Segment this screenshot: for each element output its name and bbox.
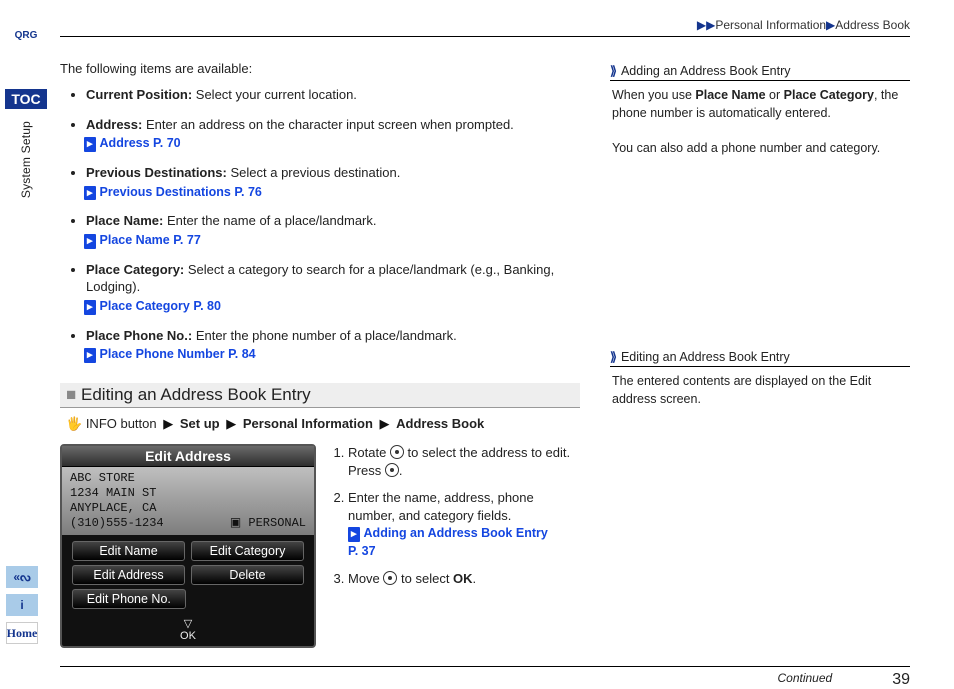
xref-link[interactable]: ▸Place Name P. 77	[84, 232, 580, 249]
move-icon	[383, 571, 397, 585]
xref-page[interactable]: P. 37	[348, 544, 376, 558]
dial-icon	[390, 445, 404, 459]
breadcrumb: ▶▶Personal Information▶Address Book	[60, 18, 910, 32]
intro-text: The following items are available:	[60, 61, 580, 76]
nav-path: 🖐 INFO button ▶ Set up ▶ Personal Inform…	[66, 416, 580, 432]
screen-button: Delete	[191, 565, 304, 585]
press-icon	[385, 463, 399, 477]
screen-button: Edit Address	[72, 565, 185, 585]
screen-title: Edit Address	[62, 446, 314, 467]
screen-button: Edit Name	[72, 541, 185, 561]
side-note: ⟫Editing an Address Book Entry The enter…	[610, 347, 910, 412]
xref-link[interactable]: ▸Previous Destinations P. 76	[84, 184, 580, 201]
list-item: Place Category: Select a category to sea…	[86, 261, 580, 315]
screen-button: Edit Phone No.	[72, 589, 186, 609]
step-item: Move to select OK.	[348, 570, 580, 588]
side-note: ⟫Adding an Address Book Entry When you u…	[610, 61, 910, 161]
list-item: Address: Enter an address on the charact…	[86, 116, 580, 152]
device-screenshot: Edit Address ABC STORE 1234 MAIN ST ANYP…	[60, 444, 316, 648]
xref-link[interactable]: ▸Place Phone Number P. 84	[84, 346, 580, 363]
list-item: Place Phone No.: Enter the phone number …	[86, 327, 580, 363]
step-item: Enter the name, address, phone number, a…	[348, 489, 580, 560]
list-item: Place Name: Enter the name of a place/la…	[86, 212, 580, 248]
xref-link[interactable]: ▸Adding an Address Book Entry	[348, 526, 548, 540]
subheading: ■ Editing an Address Book Entry	[60, 383, 580, 408]
screen-button: Edit Category	[191, 541, 304, 561]
list-item: Previous Destinations: Select a previous…	[86, 164, 580, 200]
xref-link[interactable]: ▸Place Category P. 80	[84, 298, 580, 315]
list-item: Current Position: Select your current lo…	[86, 86, 580, 104]
step-item: Rotate to select the address to edit. Pr…	[348, 444, 580, 479]
xref-link[interactable]: ▸Address P. 70	[84, 135, 580, 152]
